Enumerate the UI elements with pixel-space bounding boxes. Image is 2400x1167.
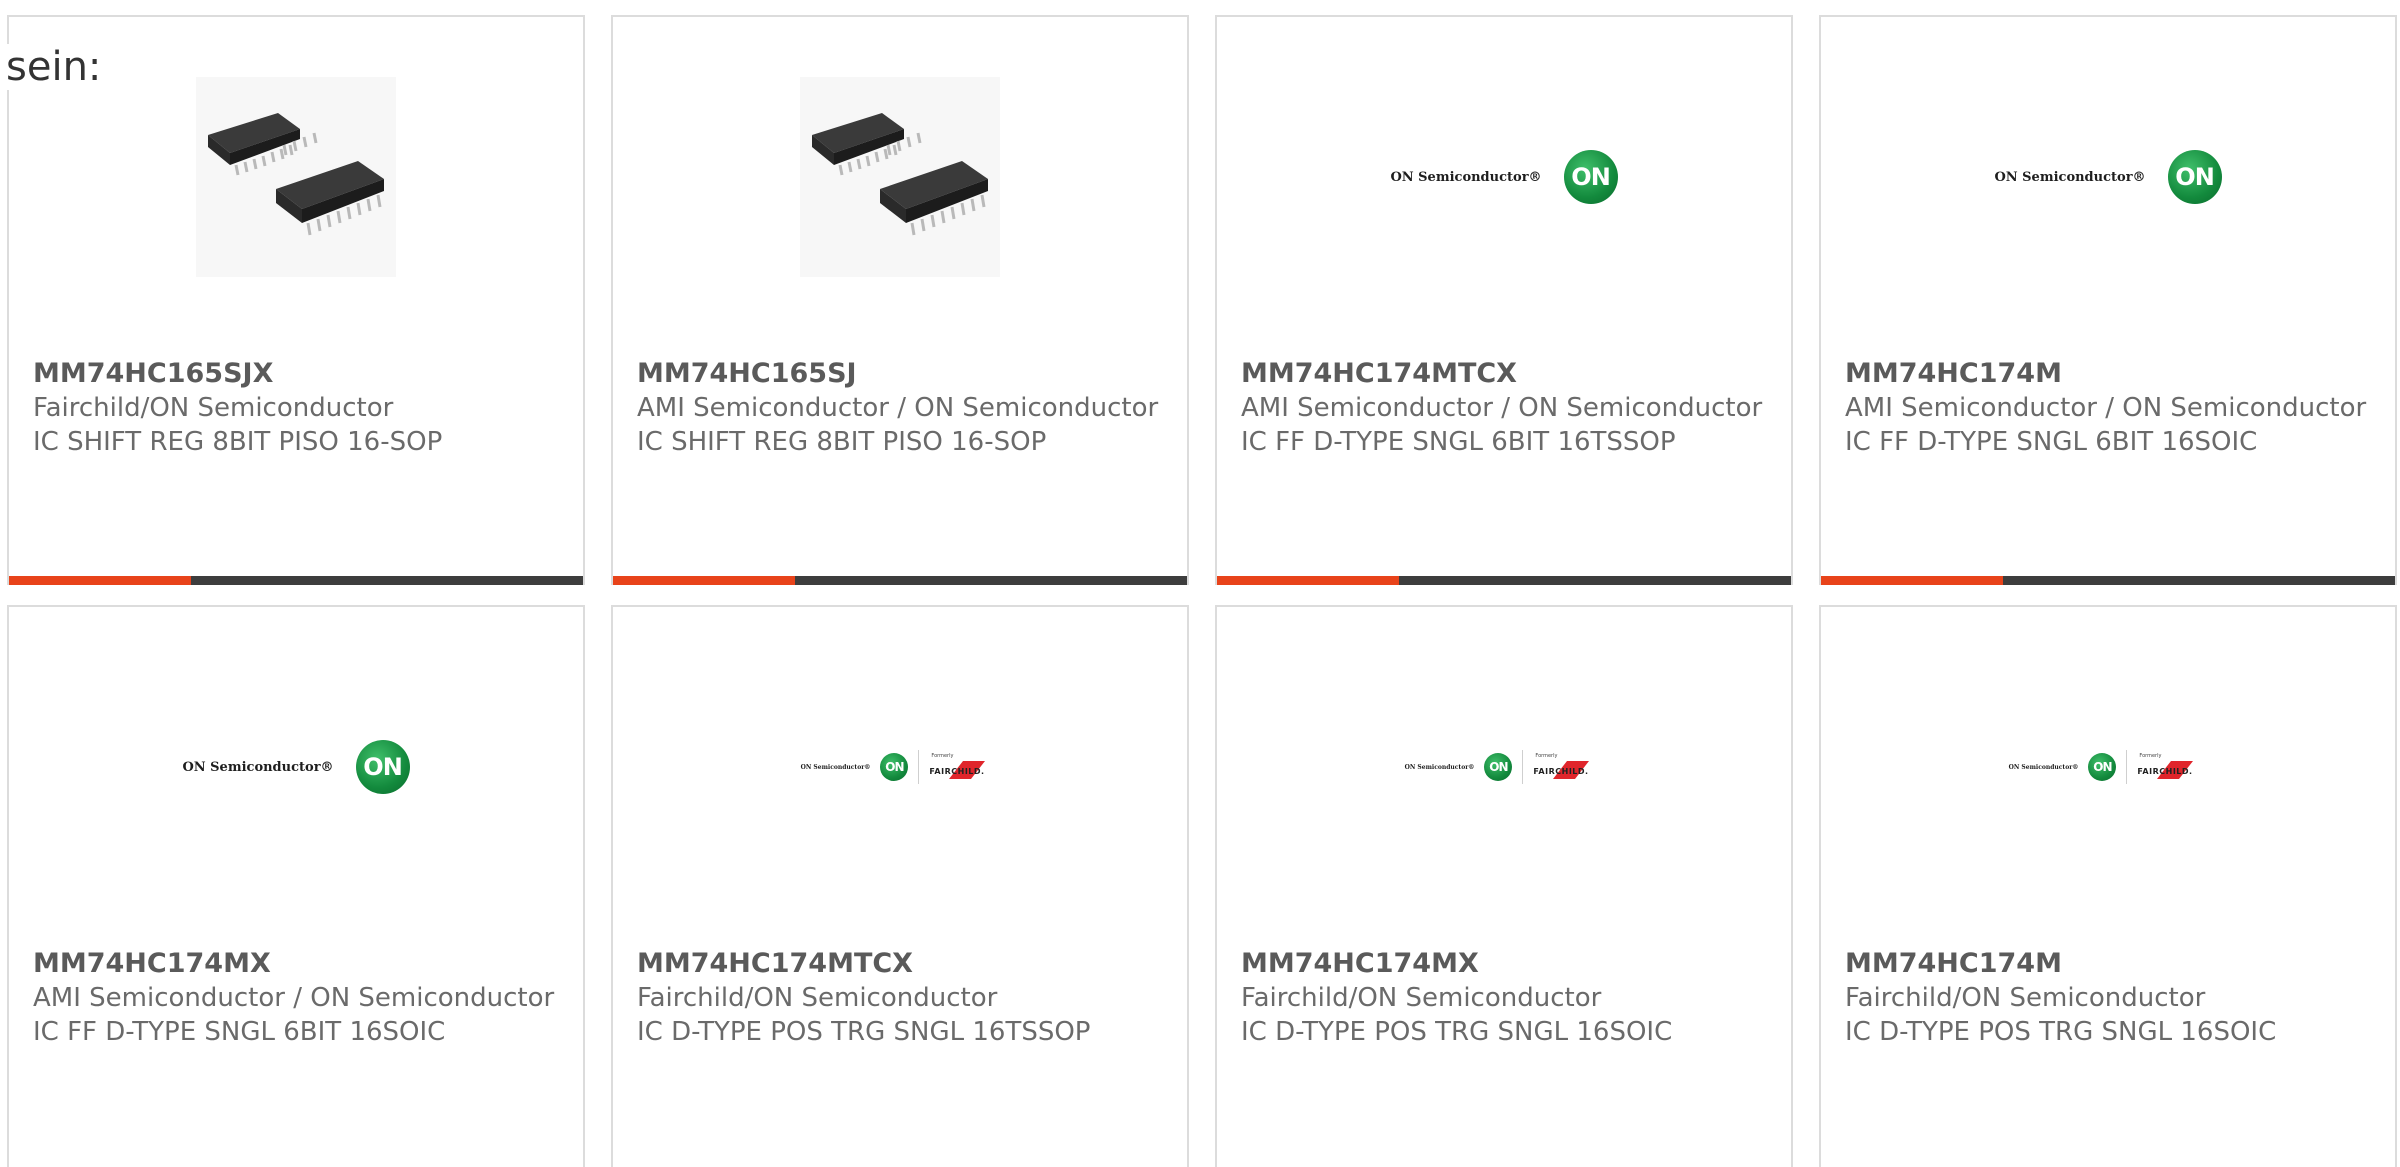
card-bar xyxy=(613,576,1187,585)
product-info: MM74HC174M Fairchild/ON Semiconductor IC… xyxy=(1845,947,2375,1049)
manufacturer: AMI Semiconductor / ON Semiconductor xyxy=(1845,393,2367,423)
on-semiconductor-wordmark: ON Semiconductor® xyxy=(1404,763,1475,771)
card-bar xyxy=(1217,576,1791,585)
product-card[interactable]: MM74HC165SJX Fairchild/ON Semiconductor … xyxy=(7,15,585,585)
product-image[interactable]: ON Semiconductor® ON Formerly FAIRCHILD. xyxy=(1821,667,2395,867)
description: IC FF D-TYPE SNGL 6BIT 16SOIC xyxy=(1845,427,2258,457)
on-semiconductor-wordmark: ON Semiconductor® xyxy=(1994,169,2146,185)
product-image[interactable] xyxy=(9,77,583,277)
product-image[interactable] xyxy=(613,77,1187,277)
fairchild-wordmark: FAIRCHILD. xyxy=(929,767,985,776)
part-number[interactable]: MM74HC165SJX xyxy=(33,357,563,391)
on-semiconductor-logo: ON Semiconductor® ON xyxy=(1390,150,1618,204)
on-badge-icon: ON xyxy=(2088,753,2117,781)
product-info: MM74HC174MX Fairchild/ON Semiconductor I… xyxy=(1241,947,1771,1049)
description: IC FF D-TYPE SNGL 6BIT 16SOIC xyxy=(33,1017,446,1047)
product-info: MM74HC165SJ AMI Semiconductor / ON Semic… xyxy=(637,357,1167,459)
on-badge-icon: ON xyxy=(1484,753,1513,781)
product-card[interactable]: ON Semiconductor® ON MM74HC174M AMI Semi… xyxy=(1819,15,2397,585)
product-image[interactable]: ON Semiconductor® ON Formerly FAIRCHILD. xyxy=(613,667,1187,867)
part-number[interactable]: MM74HC165SJ xyxy=(637,357,1167,391)
fairchild-mark: FAIRCHILD. xyxy=(1533,759,1603,781)
description: IC SHIFT REG 8BIT PISO 16-SOP xyxy=(33,427,443,457)
fairchild-wordmark: FAIRCHILD. xyxy=(1533,767,1589,776)
product-info: MM74HC174M AMI Semiconductor / ON Semico… xyxy=(1845,357,2375,459)
card-bar-accent xyxy=(1217,576,1399,585)
on-badge-icon: ON xyxy=(1563,150,1618,204)
product-image[interactable]: ON Semiconductor® ON xyxy=(1821,77,2395,277)
description: IC FF D-TYPE SNGL 6BIT 16TSSOP xyxy=(1241,427,1676,457)
manufacturer: AMI Semiconductor / ON Semiconductor xyxy=(637,393,1159,423)
product-card[interactable]: MM74HC165SJ AMI Semiconductor / ON Semic… xyxy=(611,15,1189,585)
product-image[interactable]: ON Semiconductor® ON xyxy=(9,667,583,867)
part-number[interactable]: MM74HC174M xyxy=(1845,947,2375,981)
part-number[interactable]: MM74HC174MTCX xyxy=(1241,357,1771,391)
logo-divider xyxy=(918,750,920,784)
product-card[interactable]: ON Semiconductor® ON MM74HC174MX AMI Sem… xyxy=(7,605,585,1167)
on-semiconductor-wordmark: ON Semiconductor® xyxy=(182,759,334,775)
on-badge-icon: ON xyxy=(2167,150,2222,204)
fairchild-mark: FAIRCHILD. xyxy=(2137,759,2207,781)
product-image[interactable]: ON Semiconductor® ON xyxy=(1217,77,1791,277)
card-bar xyxy=(1821,576,2395,585)
chip-icon xyxy=(800,77,1000,277)
product-card[interactable]: ON Semiconductor® ON MM74HC174MTCX AMI S… xyxy=(1215,15,1793,585)
on-semiconductor-logo: ON Semiconductor® ON xyxy=(182,740,410,794)
manufacturer: Fairchild/ON Semiconductor xyxy=(1241,983,1602,1013)
manufacturer: Fairchild/ON Semiconductor xyxy=(637,983,998,1013)
card-bar xyxy=(9,576,583,585)
part-number[interactable]: MM74HC174MTCX xyxy=(637,947,1167,981)
on-badge-icon: ON xyxy=(355,740,410,794)
product-info: MM74HC165SJX Fairchild/ON Semiconductor … xyxy=(33,357,563,459)
manufacturer: Fairchild/ON Semiconductor xyxy=(33,393,394,423)
on-semiconductor-wordmark: ON Semiconductor® xyxy=(1390,169,1542,185)
product-info: MM74HC174MX AMI Semiconductor / ON Semic… xyxy=(33,947,563,1049)
product-image[interactable]: ON Semiconductor® ON Formerly FAIRCHILD. xyxy=(1217,667,1791,867)
fairchild-mark: FAIRCHILD. xyxy=(929,759,999,781)
on-semiconductor-wordmark: ON Semiconductor® xyxy=(2008,763,2079,771)
fairchild-logo: Formerly FAIRCHILD. xyxy=(2137,753,2207,781)
description: IC D-TYPE POS TRG SNGL 16SOIC xyxy=(1845,1017,2277,1047)
on-semiconductor-wordmark: ON Semiconductor® xyxy=(800,763,871,771)
part-number[interactable]: MM74HC174MX xyxy=(1241,947,1771,981)
product-card[interactable]: ON Semiconductor® ON Formerly FAIRCHILD.… xyxy=(1215,605,1793,1167)
chip-icon xyxy=(196,77,396,277)
product-info: MM74HC174MTCX Fairchild/ON Semiconductor… xyxy=(637,947,1167,1049)
on-fairchild-logo: ON Semiconductor® ON Formerly FAIRCHILD. xyxy=(801,750,1000,784)
product-grid-page: sein: MM74HC165SJX Fairchild/ON Semicond… xyxy=(0,0,2400,1167)
manufacturer: Fairchild/ON Semiconductor xyxy=(1845,983,2206,1013)
logo-divider xyxy=(1522,750,1524,784)
card-bar-accent xyxy=(9,576,191,585)
manufacturer: AMI Semiconductor / ON Semiconductor xyxy=(33,983,555,1013)
product-info: MM74HC174MTCX AMI Semiconductor / ON Sem… xyxy=(1241,357,1771,459)
manufacturer: AMI Semiconductor / ON Semiconductor xyxy=(1241,393,1763,423)
product-card[interactable]: ON Semiconductor® ON Formerly FAIRCHILD.… xyxy=(1819,605,2397,1167)
part-number[interactable]: MM74HC174M xyxy=(1845,357,2375,391)
part-number[interactable]: MM74HC174MX xyxy=(33,947,563,981)
logo-divider xyxy=(2126,750,2128,784)
fairchild-logo: Formerly FAIRCHILD. xyxy=(929,753,999,781)
intro-text: sein: xyxy=(6,44,102,90)
fairchild-logo: Formerly FAIRCHILD. xyxy=(1533,753,1603,781)
description: IC D-TYPE POS TRG SNGL 16SOIC xyxy=(1241,1017,1673,1047)
card-bar-accent xyxy=(1821,576,2003,585)
product-card[interactable]: ON Semiconductor® ON Formerly FAIRCHILD.… xyxy=(611,605,1189,1167)
card-bar-accent xyxy=(613,576,795,585)
description: IC D-TYPE POS TRG SNGL 16TSSOP xyxy=(637,1017,1091,1047)
fairchild-wordmark: FAIRCHILD. xyxy=(2137,767,2193,776)
on-fairchild-logo: ON Semiconductor® ON Formerly FAIRCHILD. xyxy=(1405,750,1604,784)
on-semiconductor-logo: ON Semiconductor® ON xyxy=(1994,150,2222,204)
description: IC SHIFT REG 8BIT PISO 16-SOP xyxy=(637,427,1047,457)
on-fairchild-logo: ON Semiconductor® ON Formerly FAIRCHILD. xyxy=(2009,750,2208,784)
on-badge-icon: ON xyxy=(880,753,909,781)
